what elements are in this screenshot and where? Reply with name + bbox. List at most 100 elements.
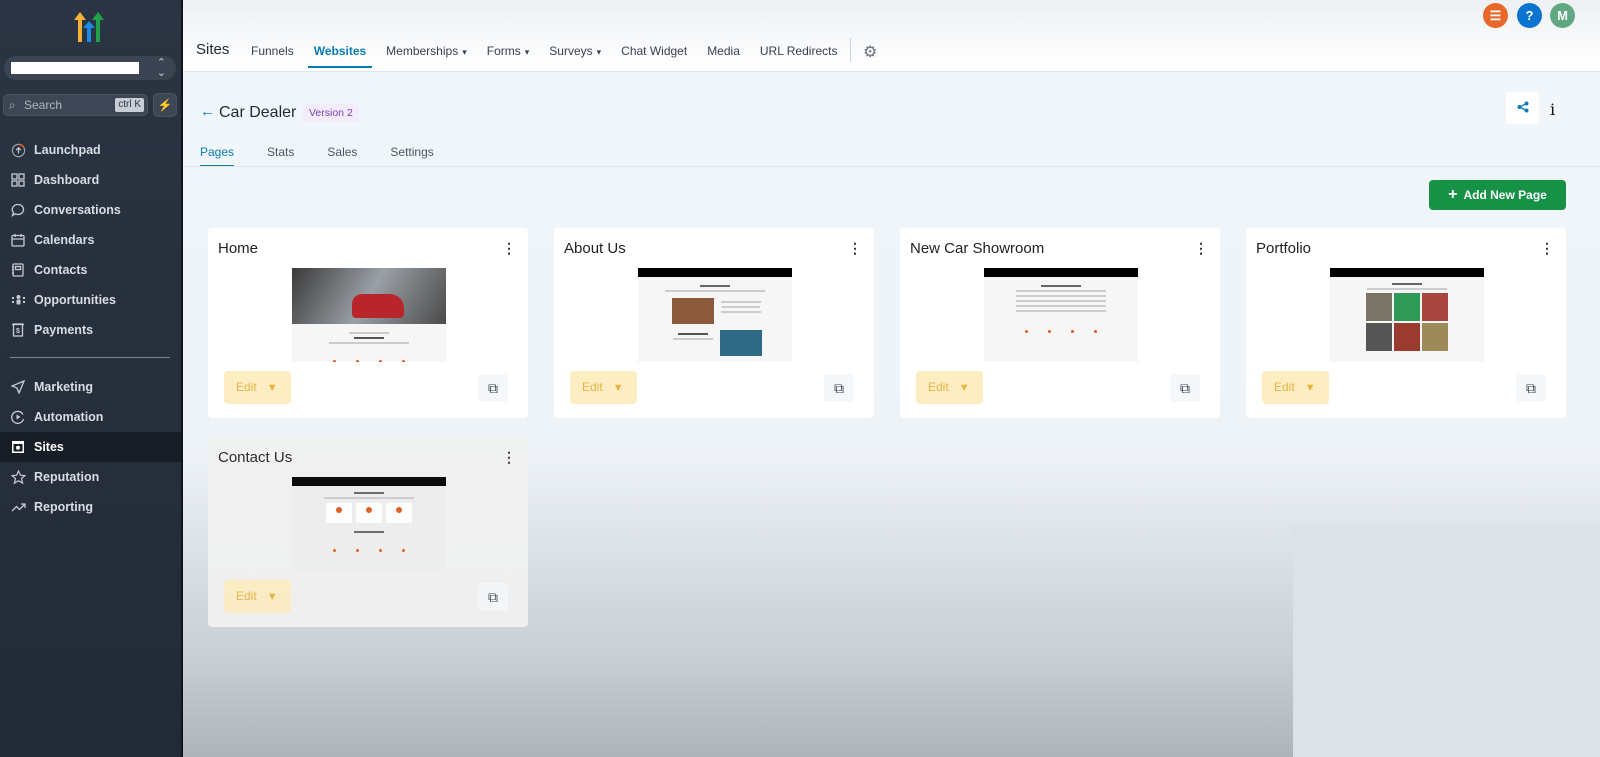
tab-surveys[interactable]: Surveys ▾ [549,44,601,70]
edit-dropdown-button[interactable]: Edit ▼ [1262,371,1329,404]
contacts-icon [10,262,26,278]
tab-label: Chat Widget [621,44,688,58]
page-preview-thumbnail[interactable] [1330,268,1484,362]
nav-label: Contacts [34,263,88,277]
share-icon [1517,101,1528,113]
top-tabs: Funnels Websites Memberships ▾ Forms ▾ Sur… [251,44,857,70]
nav-label: Marketing [34,380,94,394]
quick-action-button[interactable]: ⚡ [153,93,177,117]
top-navigation: Sites Funnels Websites Memberships ▾ Form… [183,0,1600,72]
payments-icon: $ [10,322,26,338]
page-preview-thumbnail[interactable] [638,268,792,362]
svg-text:$: $ [16,328,20,335]
tab-label: Forms [486,44,521,58]
tab-funnels[interactable]: Funnels [251,44,294,70]
search-input[interactable]: ⌕ Search ctrl K [3,94,148,116]
trend-icon [10,499,26,515]
nav-label: Opportunities [34,293,116,307]
chevron-down-icon: ▼ [612,382,624,394]
edit-dropdown-button[interactable]: Edit ▼ [570,371,637,404]
edit-label: Edit [582,380,603,394]
sidebar-item-launchpad[interactable]: Launchpad [0,135,181,165]
open-external-icon[interactable]: ⧉ [824,374,854,402]
gear-icon[interactable]: ⚙ [863,42,877,62]
automation-icon [10,409,26,425]
tab-chat-widget[interactable]: Chat Widget [621,44,687,70]
tab-websites[interactable]: Websites [307,44,373,70]
sidebar-item-contacts[interactable]: Contacts [0,255,181,285]
help-icon[interactable]: ? [1517,3,1542,28]
share-button[interactable] [1506,92,1539,124]
page-preview-thumbnail[interactable] [292,268,446,362]
info-icon[interactable]: i [1550,100,1555,119]
open-external-icon[interactable]: ⧉ [478,374,508,402]
edit-label: Edit [236,589,257,603]
open-external-icon[interactable]: ⧉ [1170,374,1200,402]
more-options-icon[interactable]: ⋮ [502,240,516,257]
sidebar-item-marketing[interactable]: Marketing [0,372,181,402]
sidebar-item-dashboard[interactable]: Dashboard [0,165,181,195]
card-title: Contact Us [218,449,293,466]
nav-label: Reputation [34,470,100,484]
tab-forms[interactable]: Forms ▾ [487,44,530,70]
card-title: Home [218,240,259,257]
tab-url-redirects[interactable]: URL Redirects [760,44,838,70]
nav-label: Conversations [34,203,121,217]
tab-media[interactable]: Media [707,44,740,70]
more-options-icon[interactable]: ⋮ [848,240,862,257]
section-title: Sites [196,41,230,58]
sidebar-item-reporting[interactable]: Reporting [0,492,181,522]
sidebar-item-opportunities[interactable]: Opportunities [0,285,181,315]
app-logo[interactable] [70,10,110,44]
opportunities-icon [10,292,26,308]
more-options-icon[interactable]: ⋮ [1540,240,1554,257]
page-card-home[interactable]: Home ⋮ Edit ▼ ⧉ [208,228,528,418]
sidebar-item-payments[interactable]: $ Payments [0,315,181,345]
nav-label: Automation [34,410,104,424]
page-preview-thumbnail[interactable] [292,477,446,571]
page-card-about-us[interactable]: About Us ⋮ Edit ▼ ⧉ [554,228,874,418]
tab-label: Websites [313,44,367,58]
chevron-down-icon: ▼ [266,382,278,394]
search-icon: ⌕ [9,98,16,112]
subtab-pages[interactable]: Pages [200,145,235,167]
sidebar-item-automation[interactable]: Automation [0,402,181,432]
account-name-redacted [11,62,139,74]
back-arrow-icon[interactable]: ← [200,103,215,120]
sidebar-item-calendars[interactable]: Calendars [0,225,181,255]
edit-label: Edit [1274,380,1295,394]
more-options-icon[interactable]: ⋮ [1194,240,1208,257]
dashboard-icon [10,172,26,188]
sidebar-item-reputation[interactable]: Reputation [0,462,181,492]
page-preview-thumbnail[interactable] [984,268,1138,362]
avatar[interactable]: M [1550,3,1575,28]
version-badge: Version 2 [303,104,359,122]
more-options-icon[interactable]: ⋮ [502,449,516,466]
chevron-down-icon: ▼ [958,382,970,394]
edit-dropdown-button[interactable]: Edit ▼ [224,371,291,404]
edit-dropdown-button[interactable]: Edit ▼ [224,580,291,613]
account-switcher[interactable]: ⌃ ⌄ [4,56,176,80]
sites-icon [10,439,26,455]
subtab-stats[interactable]: Stats [267,145,294,159]
plus-icon: + [1448,186,1458,203]
subtab-sales[interactable]: Sales [327,145,357,159]
search-placeholder: Search [24,98,63,112]
page-card-contact-us[interactable]: Contact Us ⋮ Edit ▼ ⧉ [208,437,528,627]
open-external-icon[interactable]: ⧉ [1516,374,1546,402]
list-icon[interactable]: ☰ [1483,3,1508,28]
page-title: Car Dealer [219,104,297,121]
open-external-icon[interactable]: ⧉ [478,583,508,611]
tab-memberships[interactable]: Memberships ▾ [386,44,467,70]
sidebar: ⌃ ⌄ ⌕ Search ctrl K ⚡ Launchpad Dashboard… [0,0,183,757]
sidebar-item-sites[interactable]: Sites [0,432,181,462]
sidebar-item-conversations[interactable]: Conversations [0,195,181,225]
add-new-page-button[interactable]: + Add New Page [1429,180,1566,210]
page-card-portfolio[interactable]: Portfolio ⋮ Edit ▼ ⧉ [1246,228,1566,418]
nav-label: Payments [34,323,94,337]
star-icon [10,469,26,485]
edit-dropdown-button[interactable]: Edit ▼ [916,371,983,404]
page-card-new-car-showroom[interactable]: New Car Showroom ⋮ Edit ▼ ⧉ [900,228,1220,418]
search-shortcut: ctrl K [115,98,144,112]
subtab-settings[interactable]: Settings [390,145,433,159]
